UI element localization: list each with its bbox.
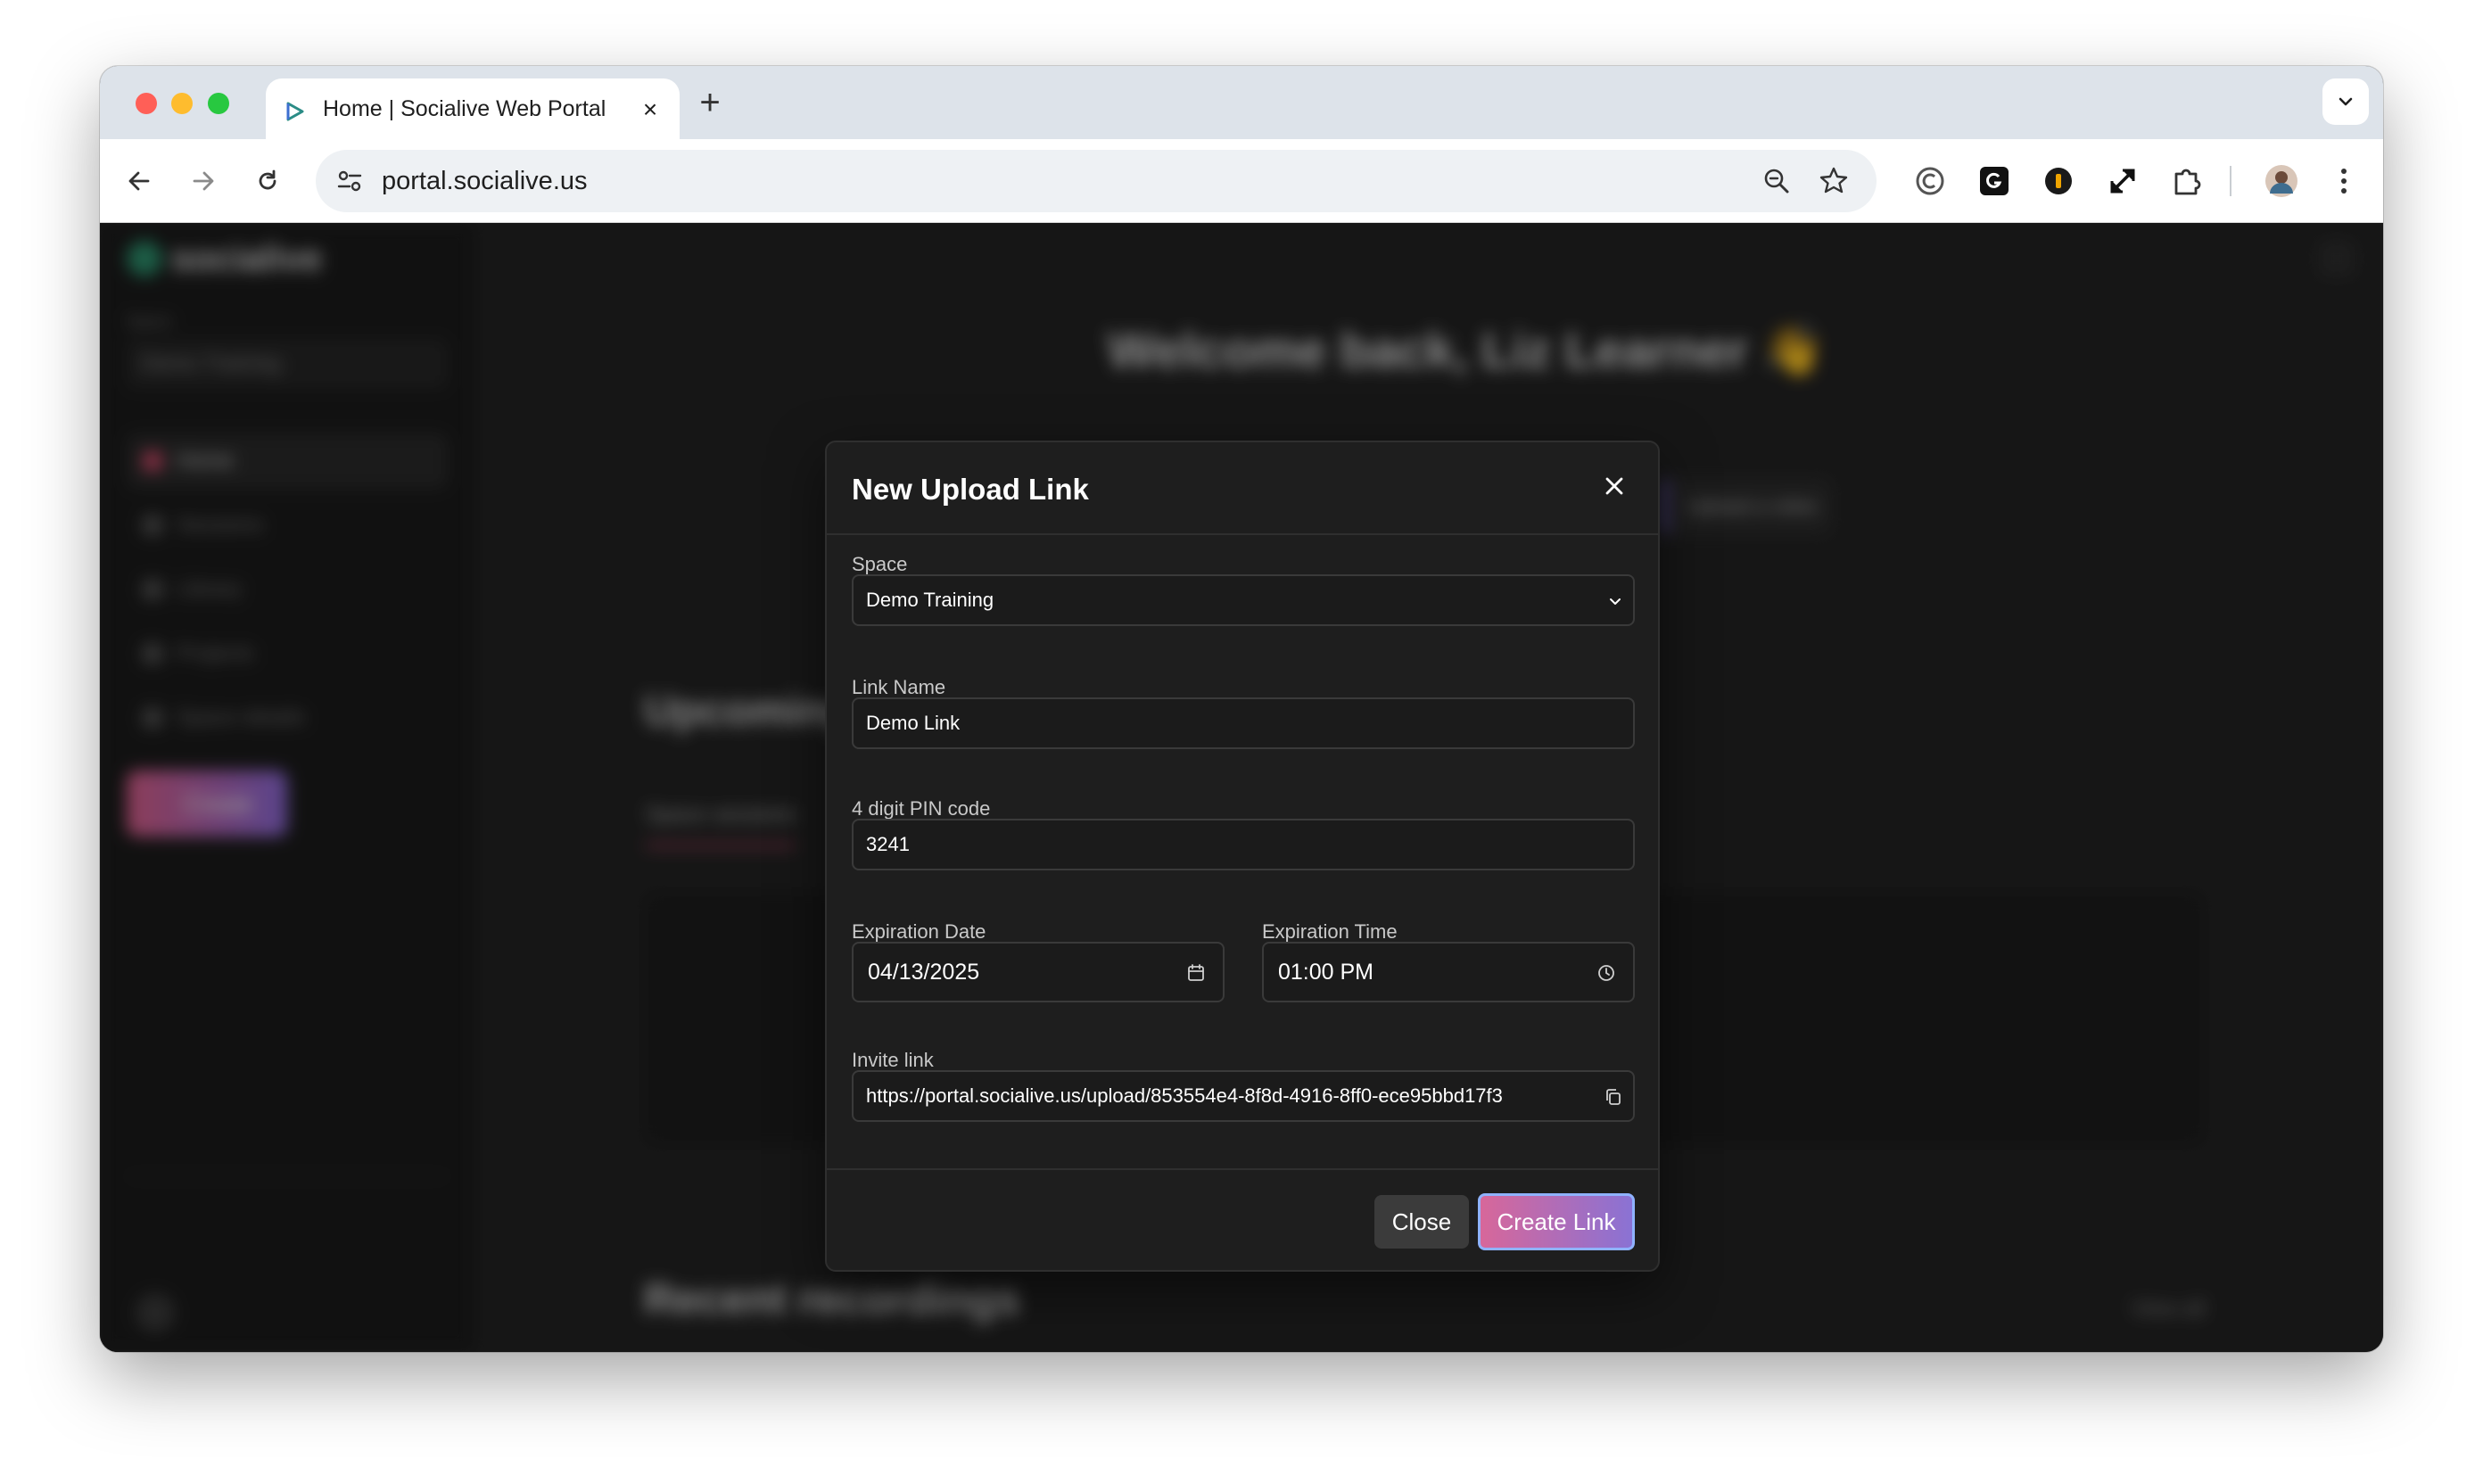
url-text: portal.socialive.us bbox=[382, 167, 588, 195]
zoom-icon[interactable] bbox=[1759, 163, 1794, 199]
tab-close-icon[interactable]: × bbox=[639, 97, 662, 122]
bookmark-star-icon[interactable] bbox=[1816, 163, 1852, 199]
address-bar[interactable]: portal.socialive.us bbox=[316, 150, 1877, 212]
dialog-title: New Upload Link bbox=[852, 473, 1089, 506]
dialog-footer: Close Create Link bbox=[827, 1168, 1658, 1270]
profile-avatar-icon[interactable] bbox=[2262, 161, 2301, 201]
pin-code-value: 3241 bbox=[866, 833, 910, 855]
arrow-right-icon bbox=[193, 171, 214, 191]
back-button[interactable] bbox=[118, 160, 161, 202]
site-info-icon[interactable] bbox=[332, 163, 367, 199]
invite-link-label: Invite link bbox=[852, 1049, 934, 1071]
expiration-date-label: Expiration Date bbox=[852, 920, 986, 943]
calendar-icon[interactable] bbox=[1185, 962, 1207, 984]
browser-tab-active[interactable]: Home | Socialive Web Portal × bbox=[266, 78, 680, 139]
close-icon[interactable] bbox=[1599, 471, 1629, 501]
tab-search-button[interactable] bbox=[2322, 78, 2369, 125]
create-link-button[interactable]: Create Link bbox=[1478, 1193, 1635, 1250]
link-name-label: Link Name bbox=[852, 676, 946, 698]
new-tab-icon[interactable]: + bbox=[692, 85, 728, 121]
arrow-left-icon bbox=[128, 171, 150, 191]
browser-toolbar: portal.socialive.us bbox=[100, 139, 2383, 223]
window-minimize-button[interactable] bbox=[171, 93, 193, 114]
web-page: socialive Space Demo Training Home Sessi… bbox=[100, 223, 2383, 1352]
browser-window: Home | Socialive Web Portal × + portal.s… bbox=[100, 66, 2383, 1352]
toolbar-separator bbox=[2230, 166, 2231, 196]
expand-arrows-icon[interactable] bbox=[2103, 161, 2142, 201]
new-upload-link-dialog: New Upload Link Space Demo Training Link… bbox=[825, 441, 1660, 1272]
tab-strip: Home | Socialive Web Portal × + bbox=[100, 66, 2383, 139]
copy-icon[interactable] bbox=[1603, 1086, 1624, 1108]
space-select[interactable]: Demo Training bbox=[852, 574, 1635, 626]
reload-button[interactable] bbox=[246, 160, 289, 202]
window-close-button[interactable] bbox=[136, 93, 157, 114]
expiration-time-value: 01:00 PM bbox=[1278, 960, 1374, 985]
space-label: Space bbox=[852, 553, 908, 575]
create-link-button-label: Create Link bbox=[1497, 1208, 1616, 1235]
reload-icon bbox=[259, 169, 276, 190]
close-button-label: Close bbox=[1391, 1208, 1452, 1235]
socialive-favicon-icon bbox=[286, 102, 304, 121]
close-button[interactable]: Close bbox=[1374, 1195, 1469, 1249]
grammarly-icon[interactable] bbox=[1975, 161, 2014, 201]
forward-button[interactable] bbox=[182, 160, 225, 202]
more-menu-icon[interactable] bbox=[2324, 161, 2363, 201]
clock-icon[interactable] bbox=[1596, 962, 1617, 984]
tab-title: Home | Socialive Web Portal bbox=[323, 96, 606, 121]
expiration-time-label: Expiration Time bbox=[1262, 920, 1398, 943]
space-select-value: Demo Training bbox=[866, 589, 994, 611]
extensions-puzzle-icon[interactable] bbox=[2167, 161, 2207, 201]
expiration-date-value: 04/13/2025 bbox=[868, 960, 980, 985]
window-maximize-button[interactable] bbox=[208, 93, 229, 114]
expiration-date-input[interactable]: 04/13/2025 bbox=[852, 942, 1225, 1002]
chevron-down-icon bbox=[1610, 598, 1621, 605]
chevron-down-icon bbox=[2339, 97, 2353, 106]
expiration-time-input[interactable]: 01:00 PM bbox=[1262, 942, 1635, 1002]
extension-c-icon[interactable] bbox=[1910, 161, 1950, 201]
link-name-value: Demo Link bbox=[866, 712, 961, 734]
invite-link-input[interactable]: https://portal.socialive.us/upload/85355… bbox=[852, 1070, 1635, 1122]
pin-code-label: 4 digit PIN code bbox=[852, 797, 991, 820]
password-manager-icon[interactable] bbox=[2039, 161, 2078, 201]
dialog-header: New Upload Link bbox=[827, 442, 1658, 535]
link-name-input[interactable]: Demo Link bbox=[852, 697, 1635, 749]
invite-link-value: https://portal.socialive.us/upload/85355… bbox=[866, 1084, 1503, 1107]
pin-code-input[interactable]: 3241 bbox=[852, 819, 1635, 870]
